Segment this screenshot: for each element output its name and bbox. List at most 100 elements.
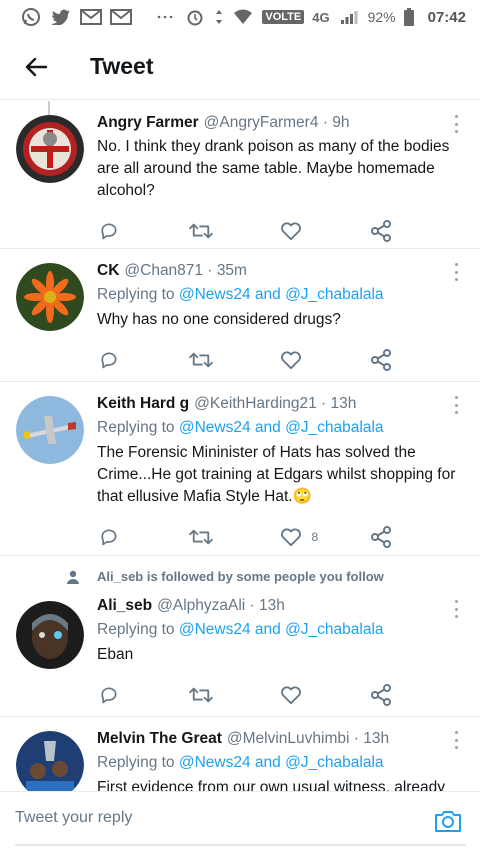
tweet-header: Keith Hard g @KeithHarding21 · 13h <box>97 394 460 414</box>
reply-button[interactable] <box>99 527 189 547</box>
reply-icon <box>101 352 117 369</box>
replying-to: Replying to @News24 and @J_chabalala <box>97 283 460 306</box>
tweet-more-button[interactable] <box>452 396 460 414</box>
volte-badge: VOLTE <box>262 10 305 24</box>
avatar[interactable] <box>16 601 84 669</box>
alarm-icon <box>184 8 206 26</box>
tweet[interactable]: Ali_seb is followed by some people you f… <box>0 556 480 717</box>
reply-compose-bar: Tweet your reply <box>0 791 480 854</box>
replying-to-prefix: Replying to <box>97 754 179 771</box>
share-icon <box>370 526 391 548</box>
signal-icon <box>338 8 360 26</box>
like-button[interactable]: 8 <box>280 527 370 547</box>
tweet-header: Melvin The Great @MelvinLuvhimbi · 13h <box>97 729 460 749</box>
like-button[interactable] <box>280 350 370 370</box>
share-button[interactable] <box>370 684 460 706</box>
author-handle: @KeithHarding21 · 13h <box>194 395 357 412</box>
tweet-actions <box>97 337 460 383</box>
retweet-button[interactable] <box>189 685 279 705</box>
avatar[interactable] <box>16 396 84 464</box>
like-button[interactable] <box>280 685 370 705</box>
tweet-actions: 8 <box>97 514 460 560</box>
like-icon <box>280 351 301 370</box>
retweet-icon <box>189 352 214 368</box>
page-title: Tweet <box>90 53 154 79</box>
reply-icon <box>101 223 117 240</box>
like-count: 8 <box>311 530 319 544</box>
author-name[interactable]: CK <box>97 261 119 281</box>
author-name[interactable]: Keith Hard g <box>97 394 189 414</box>
status-bar-system: VOLTE 4G 92% 07:42 <box>184 8 466 26</box>
retweet-button[interactable] <box>189 221 279 241</box>
share-button[interactable] <box>370 220 460 242</box>
tweet-more-button[interactable] <box>452 263 460 281</box>
back-button[interactable] <box>20 51 52 83</box>
network-type: 4G <box>312 9 330 25</box>
retweet-icon <box>189 223 214 239</box>
replying-to-prefix: Replying to <box>97 621 179 638</box>
tweet-more-button[interactable] <box>452 115 460 133</box>
app-header: Tweet <box>0 34 480 100</box>
battery-icon <box>403 8 414 26</box>
author-handle: @Chan871 · 35m <box>124 262 247 279</box>
tweet[interactable]: CK @Chan871 · 35m Replying to @News24 an… <box>0 249 480 382</box>
clock: 07:42 <box>427 8 466 26</box>
status-bar: VOLTE 4G 92% 07:42 <box>0 0 480 34</box>
wifi-icon <box>232 8 254 26</box>
avatar[interactable] <box>16 115 84 183</box>
like-button[interactable] <box>280 221 370 241</box>
tweet-text: Why has no one considered drugs? <box>97 311 341 328</box>
reply-feed[interactable]: Angry Farmer @AngryFarmer4 · 9h No. I th… <box>0 101 480 791</box>
avatar[interactable] <box>16 263 84 331</box>
replying-to-link[interactable]: @News24 and @J_chabalala <box>179 621 384 638</box>
tweet-actions <box>97 672 460 718</box>
replying-to-prefix: Replying to <box>97 419 179 436</box>
replying-to-prefix: Replying to <box>97 286 179 303</box>
replying-to-link[interactable]: @News24 and @J_chabalala <box>179 754 384 771</box>
share-button[interactable] <box>370 526 460 548</box>
reply-input[interactable]: Tweet your reply <box>15 809 375 827</box>
tweet[interactable]: Keith Hard g @KeithHarding21 · 13h Reply… <box>0 382 480 556</box>
tweet-more-button[interactable] <box>452 600 460 618</box>
reply-icon <box>101 687 117 704</box>
retweet-button[interactable] <box>189 350 279 370</box>
tweet-header: CK @Chan871 · 35m <box>97 261 460 281</box>
reply-button[interactable] <box>99 350 189 370</box>
replying-to-link[interactable]: @News24 and @J_chabalala <box>179 286 384 303</box>
like-icon <box>280 528 301 547</box>
tweet-text: The Forensic Mininister of Hats has solv… <box>97 444 456 505</box>
author-handle: @MelvinLuvhimbi · 13h <box>226 730 390 747</box>
battery-percent: 92% <box>367 9 396 25</box>
tweet-more-button[interactable] <box>452 731 460 749</box>
reply-button[interactable] <box>99 221 189 241</box>
camera-button[interactable] <box>433 806 463 836</box>
retweet-button[interactable] <box>189 527 279 547</box>
retweet-icon <box>189 529 214 545</box>
like-icon <box>280 222 301 241</box>
replying-to-link[interactable]: @News24 and @J_chabalala <box>179 419 384 436</box>
whatsapp-icon <box>20 8 42 26</box>
tweet-text: No. I think they drank poison as many of… <box>97 138 450 199</box>
replying-to: Replying to @News24 and @J_chabalala <box>97 416 460 439</box>
like-icon <box>280 686 301 705</box>
avatar[interactable] <box>16 731 84 791</box>
share-icon <box>370 684 391 706</box>
tweet[interactable]: Melvin The Great @MelvinLuvhimbi · 13h R… <box>0 717 480 791</box>
replying-to: Replying to @News24 and @J_chabalala <box>97 751 460 774</box>
author-name[interactable]: Melvin The Great <box>97 729 222 749</box>
tweet-text: Eban <box>97 646 134 663</box>
reply-button[interactable] <box>99 685 189 705</box>
twitter-icon <box>50 8 72 26</box>
person-icon <box>66 570 80 587</box>
more-notifications-icon <box>154 8 176 26</box>
tweet-header: Angry Farmer @AngryFarmer4 · 9h <box>97 113 460 133</box>
author-handle: @AlphyzaAli · 13h <box>157 597 285 614</box>
share-button[interactable] <box>370 349 460 371</box>
gmail-icon-2 <box>110 8 132 26</box>
author-name[interactable]: Angry Farmer <box>97 113 199 133</box>
data-arrows-icon <box>214 8 224 26</box>
tweet[interactable]: Angry Farmer @AngryFarmer4 · 9h No. I th… <box>0 101 480 249</box>
tweet-header: Ali_seb @AlphyzaAli · 13h <box>97 596 460 616</box>
author-name[interactable]: Ali_seb <box>97 596 152 616</box>
camera-icon <box>435 811 461 832</box>
